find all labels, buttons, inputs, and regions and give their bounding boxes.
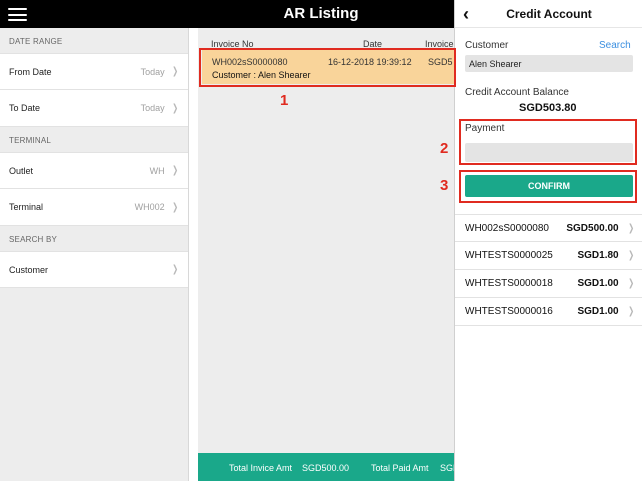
outlet-label: Outlet	[9, 165, 34, 176]
payment-invoice: WH002sS0000080	[465, 222, 549, 234]
annotation-number-1: 1	[280, 92, 289, 109]
chevron-right-icon: ❯	[171, 66, 178, 77]
from-date-label: From Date	[9, 66, 52, 77]
payment-invoice: WHTESTS0000016	[465, 306, 553, 317]
outlet-row[interactable]: Outlet WH ❯	[0, 152, 188, 189]
customer-field[interactable]: Alen Shearer	[465, 55, 633, 72]
payment-history-list: WH002sS0000080 SGD500.00 ❯ WHTESTS000002…	[455, 214, 642, 326]
terminal-label: Terminal	[9, 202, 44, 212]
chevron-right-icon: ❯	[171, 165, 178, 176]
from-date-row[interactable]: From Date Today ❯	[0, 53, 188, 90]
list-item[interactable]: WHTESTS0000018 SGD1.00 ❯	[455, 270, 642, 298]
credit-balance-label: Credit Account Balance	[465, 87, 569, 98]
chevron-right-icon: ❯	[627, 222, 634, 234]
back-chevron-icon[interactable]: ‹	[463, 5, 477, 23]
terminal-row[interactable]: Terminal WH002 ❯	[0, 189, 188, 226]
payment-amount: SGD1.00	[577, 278, 619, 289]
customer-filter-label: Customer	[9, 264, 49, 275]
terminal-value: WH002	[134, 202, 165, 212]
total-paid-label: Total Paid Amt	[371, 463, 429, 473]
outlet-value: WH	[149, 165, 165, 176]
total-paid-value: SGD	[440, 463, 454, 473]
annotation-box-1	[199, 48, 456, 87]
customer-search-link[interactable]: Search	[599, 40, 631, 51]
chevron-right-icon: ❯	[627, 250, 634, 261]
annotation-number-2: 2	[440, 140, 449, 157]
chevron-right-icon: ❯	[627, 306, 634, 317]
credit-account-header: Credit Account ‹	[455, 0, 642, 28]
to-date-value: Today	[140, 103, 165, 113]
payment-amount: SGD1.00	[577, 306, 619, 317]
annotation-box-3	[459, 170, 637, 203]
list-item[interactable]: WH002sS0000080 SGD500.00 ❯	[455, 214, 642, 242]
annotation-number-3: 3	[440, 177, 449, 194]
total-invoice-label: Total Invice Amt	[229, 463, 293, 473]
totals-bar: Total Invice Amt SGD500.00 Total Paid Am…	[198, 453, 454, 481]
chevron-right-icon: ❯	[171, 201, 178, 213]
customer-label: Customer	[465, 40, 509, 51]
chevron-right-icon: ❯	[627, 278, 634, 289]
section-header-search-by: SEARCH BY	[9, 235, 58, 244]
payment-invoice: WHTESTS0000025	[465, 250, 553, 261]
annotation-box-2	[459, 119, 637, 165]
invoice-list-panel: Invoice No Date Invoice WH002sS0000080 1…	[198, 28, 454, 481]
to-date-row[interactable]: To Date Today ❯	[0, 90, 188, 127]
to-date-label: To Date	[9, 103, 41, 113]
credit-account-panel: Credit Account ‹ Customer Search Alen Sh…	[454, 0, 642, 481]
section-header-terminal: TERMINAL	[9, 136, 52, 145]
list-item[interactable]: WHTESTS0000016 SGD1.00 ❯	[455, 298, 642, 326]
credit-balance-value: SGD503.80	[519, 102, 577, 114]
payment-invoice: WHTESTS0000018	[465, 278, 553, 289]
credit-account-title: Credit Account	[506, 7, 592, 21]
payment-amount: SGD500.00	[566, 222, 619, 234]
filter-panel: DATE RANGE From Date Today ❯ To Date Tod…	[0, 28, 189, 481]
chevron-right-icon: ❯	[171, 264, 178, 275]
payment-amount: SGD1.80	[577, 250, 619, 261]
list-item[interactable]: WHTESTS0000025 SGD1.80 ❯	[455, 242, 642, 270]
customer-filter-row[interactable]: Customer ❯	[0, 251, 188, 288]
chevron-right-icon: ❯	[171, 102, 178, 114]
section-header-date-range: DATE RANGE	[9, 37, 63, 46]
total-invoice-value: SGD500.00	[302, 463, 350, 473]
from-date-value: Today	[140, 66, 165, 77]
